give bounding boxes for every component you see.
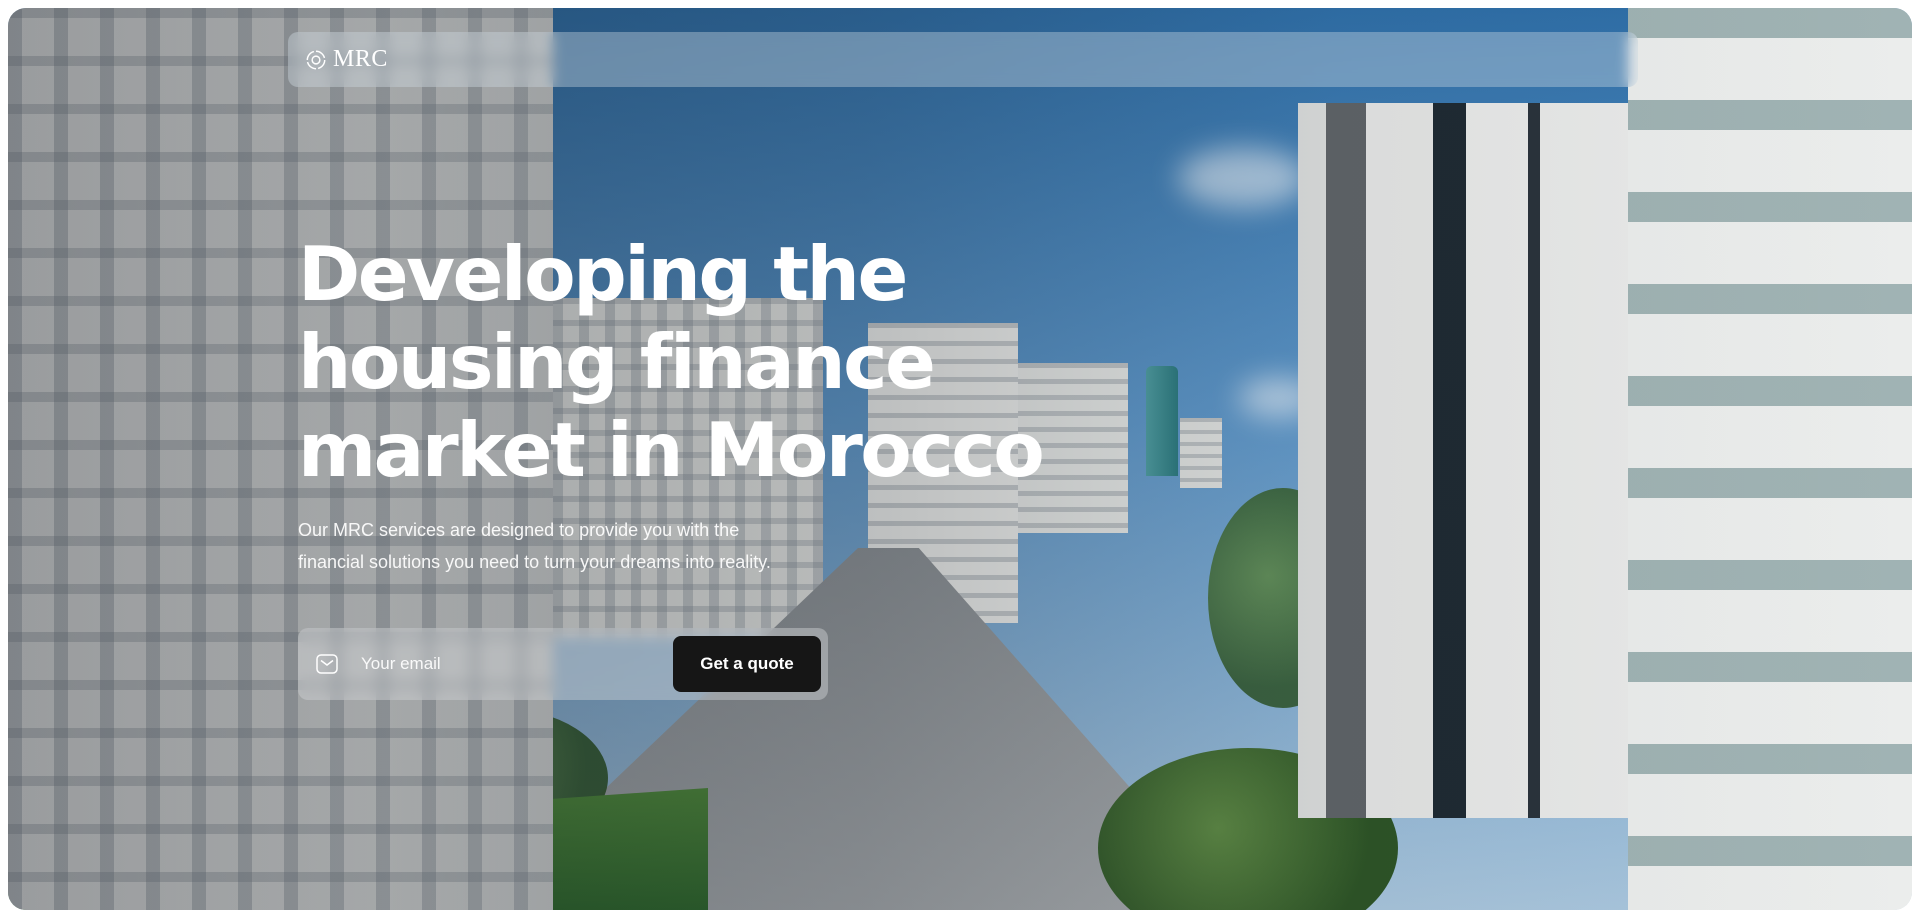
hero-headline: Developing the housing finance market in… — [298, 230, 1058, 494]
mrc-swirl-logo-icon — [305, 49, 327, 71]
brand-logo[interactable]: MRC — [305, 46, 388, 73]
hero-content: Developing the housing finance market in… — [298, 230, 1058, 578]
subtitle-line: Our MRC services are designed to provide… — [298, 520, 740, 540]
get-quote-button[interactable]: Get a quote — [673, 636, 821, 692]
headline-line: housing finance — [298, 318, 936, 406]
mail-icon — [315, 652, 339, 676]
brand-name: MRC — [333, 46, 388, 72]
subtitle-line: financial solutions you need to turn you… — [298, 552, 771, 572]
hero-subtitle: Our MRC services are designed to provide… — [298, 514, 858, 578]
email-input[interactable] — [359, 653, 673, 675]
hero-section: MRC Developing the housing finance marke… — [8, 8, 1912, 910]
navbar: MRC — [288, 32, 1638, 87]
headline-line: market in Morocco — [298, 406, 1045, 494]
headline-line: Developing the — [298, 230, 908, 318]
quote-form: Get a quote — [298, 628, 828, 700]
